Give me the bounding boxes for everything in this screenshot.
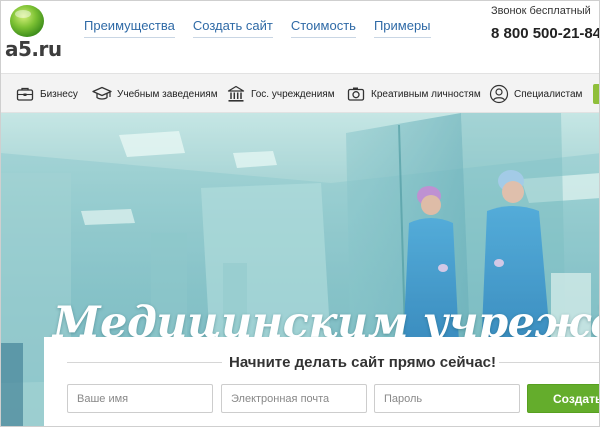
nav-link-create-site[interactable]: Создать сайт <box>192 18 273 38</box>
category-label: Гос. учреждениям <box>251 88 335 100</box>
site-header: a5.ru Преимущества Создать сайт Стоимост… <box>1 1 599 73</box>
signup-title: Начните делать сайт прямо сейчас! <box>229 354 497 371</box>
category-label: Креативным личностям <box>371 88 481 100</box>
phone-number[interactable]: 8 800 500-21-84 <box>491 25 599 42</box>
logo[interactable]: a5.ru <box>3 3 62 63</box>
create-site-button[interactable]: Создать <box>527 384 599 413</box>
category-label: Учебным заведениям <box>117 88 218 100</box>
free-call-note: Звонок бесплатный <box>491 5 591 17</box>
title-divider-right <box>499 362 599 363</box>
title-divider-left <box>67 362 222 363</box>
nav-link-examples[interactable]: Примеры <box>373 18 431 38</box>
category-education[interactable]: Учебным заведениям <box>92 74 218 114</box>
category-specialists[interactable]: Специалистам <box>489 74 582 114</box>
page: a5.ru Преимущества Создать сайт Стоимост… <box>0 0 600 427</box>
category-government[interactable]: Гос. учреждениям <box>226 74 335 114</box>
nav-link-advantages[interactable]: Преимущества <box>84 18 175 38</box>
graduation-cap-icon <box>92 84 112 104</box>
government-building-icon <box>226 84 246 104</box>
briefcase-icon <box>15 84 35 104</box>
category-more-tab[interactable] <box>593 84 599 104</box>
name-input[interactable]: Ваше имя <box>67 384 213 413</box>
nav-link-pricing[interactable]: Стоимость <box>290 18 356 38</box>
main-nav: Преимущества Создать сайт Стоимость Прим… <box>84 18 449 38</box>
category-label: Бизнесу <box>40 88 78 100</box>
signup-panel <box>44 337 599 426</box>
audience-bar: Бизнесу Учебным заведениям Гос. учрежден… <box>1 73 599 114</box>
camera-icon <box>346 84 366 104</box>
logo-ball-icon <box>10 5 44 37</box>
logo-text: a5.ru <box>5 37 62 61</box>
password-input[interactable]: Пароль <box>374 384 520 413</box>
person-icon <box>489 84 509 104</box>
category-business[interactable]: Бизнесу <box>15 74 78 114</box>
email-input[interactable]: Электронная почта <box>221 384 367 413</box>
category-label: Специалистам <box>514 88 583 100</box>
category-creative[interactable]: Креативным личностям <box>346 74 481 114</box>
